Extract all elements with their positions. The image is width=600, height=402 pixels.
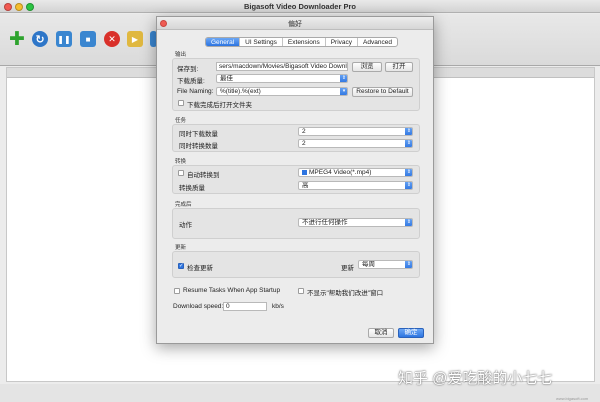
- download-speed-unit: kb/s: [272, 303, 284, 310]
- convert-section-title: 转换: [175, 159, 187, 165]
- tab-general[interactable]: General: [206, 38, 241, 46]
- file-naming-select[interactable]: %(title).%(ext) ▾: [216, 87, 348, 96]
- watermark-small: www.bigasoft.com: [556, 396, 589, 401]
- convert-quality-label: 转换质量: [179, 185, 205, 192]
- preferences-dialog: 偏好 General UI Settings Extensions Privac…: [156, 16, 434, 344]
- save-to-label: 保存到:: [177, 66, 199, 73]
- download-quality-select[interactable]: 最佳 ⇕: [216, 74, 348, 83]
- hide-help-checkbox[interactable]: [298, 288, 304, 294]
- preferences-tabs: General UI Settings Extensions Privacy A…: [205, 37, 398, 47]
- chevron-updown-icon: ⇕: [405, 128, 412, 135]
- convert-format-select[interactable]: MPEG4 Video(*.mp4) ⇕: [298, 168, 413, 177]
- app-titlebar: Bigasoft Video Downloader Pro: [0, 0, 600, 13]
- concurrent-conversions-value: 2: [302, 140, 306, 147]
- concurrent-downloads-value: 2: [302, 128, 306, 135]
- chevron-updown-icon: ⇕: [405, 219, 412, 226]
- stop-icon[interactable]: ■: [80, 31, 96, 47]
- chevron-updown-icon: ⇕: [340, 75, 347, 82]
- video-format-icon: [302, 169, 307, 175]
- open-button[interactable]: 打开: [385, 62, 413, 72]
- after-complete-section-title: 完成后: [175, 202, 192, 208]
- convert-quality-value: 高: [302, 182, 309, 189]
- browse-button[interactable]: 浏览: [352, 62, 382, 72]
- file-naming-value: %(title).%(ext): [220, 88, 261, 95]
- concurrent-conversions-label: 同时转换数量: [179, 143, 218, 150]
- dialog-titlebar: 偏好: [157, 17, 433, 30]
- resume-tasks-label: Resume Tasks When App Startup: [183, 287, 281, 294]
- check-update-checkbox[interactable]: ✓: [178, 263, 184, 269]
- convert-format-value: MPEG4 Video(*.mp4): [309, 169, 372, 176]
- file-naming-label: File Naming:: [177, 88, 214, 95]
- output-section-title: 输出: [175, 52, 187, 58]
- action-label: 动作: [179, 222, 192, 229]
- update-frequency-value: 每周: [362, 261, 375, 268]
- hide-help-label: 不显示"帮助我们改进"窗口: [307, 290, 384, 297]
- check-update-label: 检查更新: [187, 265, 213, 272]
- action-select[interactable]: 不进行任何操作 ⇕: [298, 218, 413, 227]
- watermark: 知乎 @爱吃酸的小七七: [398, 370, 553, 387]
- open-folder-checkbox[interactable]: [178, 100, 184, 106]
- tab-privacy[interactable]: Privacy: [326, 38, 359, 46]
- action-value: 不进行任何操作: [302, 219, 348, 226]
- tab-extensions[interactable]: Extensions: [283, 38, 326, 46]
- refresh-icon[interactable]: ↻: [32, 31, 48, 47]
- auto-convert-checkbox[interactable]: [178, 170, 184, 176]
- download-quality-label: 下载质量:: [177, 78, 205, 85]
- open-folder-label: 下载完成后打开文件夹: [187, 102, 252, 109]
- pause-icon[interactable]: ❚❚: [56, 31, 72, 47]
- delete-icon[interactable]: ✕: [104, 31, 120, 47]
- dialog-title: 偏好: [288, 21, 302, 28]
- tab-ui-settings[interactable]: UI Settings: [240, 38, 283, 46]
- convert-quality-select[interactable]: 高 ⇕: [298, 181, 413, 190]
- concurrent-downloads-select[interactable]: 2 ⇕: [298, 127, 413, 136]
- concurrent-conversions-select[interactable]: 2 ⇕: [298, 139, 413, 148]
- chevron-updown-icon: ⇕: [405, 169, 412, 176]
- chevron-updown-icon: ⇕: [405, 140, 412, 147]
- update-frequency-select[interactable]: 每周 ⇕: [358, 260, 413, 269]
- chevron-updown-icon: ⇕: [405, 182, 412, 189]
- update-section-title: 更新: [175, 245, 187, 251]
- chevron-down-icon: ▾: [340, 88, 347, 95]
- auto-convert-label: 自动转换到: [187, 172, 220, 179]
- tasks-section-title: 任务: [175, 118, 187, 124]
- add-icon[interactable]: ✚: [9, 29, 25, 50]
- update-frequency-label: 更新: [341, 265, 354, 272]
- download-speed-label: Download speed:: [173, 303, 224, 310]
- resume-tasks-checkbox[interactable]: [174, 288, 180, 294]
- cancel-button[interactable]: 取消: [368, 328, 394, 338]
- folder-icon[interactable]: ▶: [127, 31, 143, 47]
- app-title: Bigasoft Video Downloader Pro: [244, 2, 356, 11]
- download-quality-value: 最佳: [220, 75, 233, 82]
- tab-advanced[interactable]: Advanced: [358, 38, 397, 46]
- download-speed-field[interactable]: 0: [223, 302, 267, 311]
- restore-default-button[interactable]: Restore to Default: [352, 87, 413, 97]
- chevron-updown-icon: ⇕: [405, 261, 412, 268]
- save-to-field[interactable]: sers/macdown/Movies/Bigasoft Video Downl…: [216, 62, 348, 71]
- ok-button[interactable]: 确定: [398, 328, 424, 338]
- concurrent-downloads-label: 同时下载数量: [179, 131, 218, 138]
